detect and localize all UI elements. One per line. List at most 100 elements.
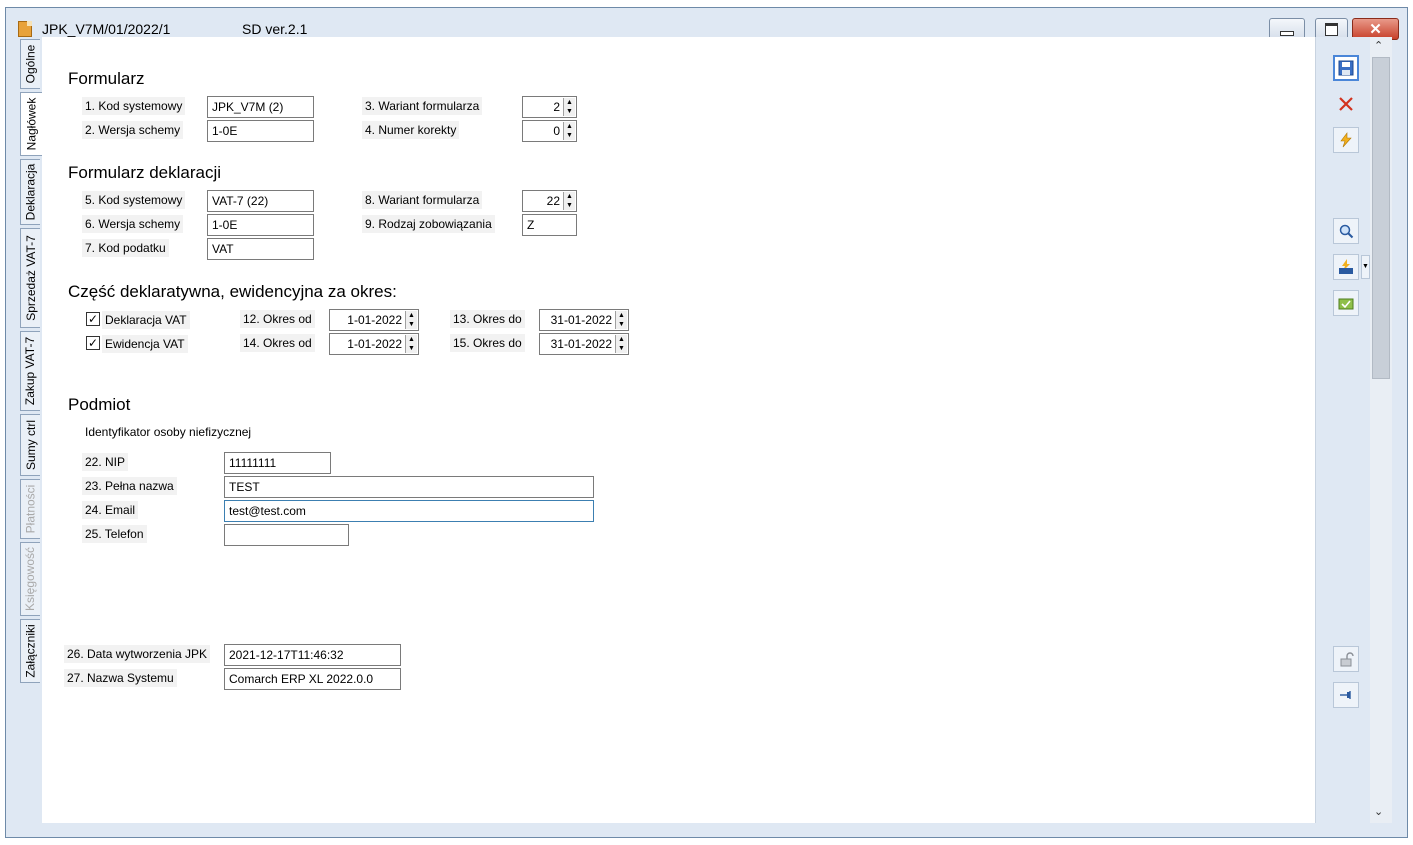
ewidencja-vat-label: Ewidencja VAT (102, 335, 188, 353)
minimize-icon (1280, 30, 1294, 36)
spin-arrows-icon[interactable]: ▲ ▼ (405, 335, 417, 353)
identyfikator-label: Identyfikator osoby niefizycznej (85, 425, 252, 439)
spin-up-icon[interactable]: ▲ (564, 122, 575, 131)
deklaracja-vat-checkbox[interactable]: ✓ (86, 312, 100, 326)
spin-down-icon[interactable]: ▼ (564, 107, 575, 116)
spin-up-icon[interactable]: ▲ (564, 98, 575, 107)
wariant-formularza-value: 2 (553, 100, 560, 114)
data-wytworzenia-label: 26. Data wytworzenia JPK (64, 645, 211, 663)
window-version: SD ver.2.1 (242, 21, 308, 37)
okres-do-13-value: 31-01-2022 (550, 313, 612, 327)
wersja-schemy-deklaracji-field[interactable]: 1-0E (207, 214, 314, 236)
tab-label: Sumy ctrl (23, 419, 38, 471)
okres-od-12-label: 12. Okres od (240, 310, 315, 328)
generate-icon (1340, 132, 1352, 148)
spin-down-icon[interactable]: ▼ (616, 344, 627, 353)
maximize-icon (1325, 22, 1338, 36)
wariant-formularza-stepper[interactable]: 2 ▲ ▼ (522, 96, 577, 118)
data-wytworzenia-field[interactable]: 2021-12-17T11:46:32 (224, 644, 401, 666)
tab-platnosci: Płatności (20, 479, 40, 539)
spin-arrows-icon[interactable]: ▲ ▼ (563, 98, 575, 116)
scroll-thumb[interactable] (1372, 57, 1390, 379)
spin-down-icon[interactable]: ▼ (564, 201, 575, 210)
kod-systemowy-field[interactable]: JPK_V7M (2) (207, 96, 314, 118)
export-button[interactable] (1333, 290, 1359, 316)
kod-systemowy-label: 1. Kod systemowy (82, 97, 186, 115)
tab-zalaczniki[interactable]: Załączniki (20, 619, 40, 683)
scroll-down-icon[interactable]: ⌄ (1374, 805, 1383, 818)
tab-ogolne[interactable]: Ogólne (20, 39, 40, 89)
export-icon (1338, 298, 1354, 310)
save-button[interactable] (1333, 55, 1359, 81)
rodzaj-zobowiazania-label: 9. Rodzaj zobowiązania (362, 215, 495, 233)
spin-down-icon[interactable]: ▼ (406, 344, 417, 353)
kod-podatku-field[interactable]: VAT (207, 238, 314, 260)
tab-label: Księgowość (23, 546, 38, 612)
okres-od-12-date[interactable]: 1-01-2022 ▲ ▼ (329, 309, 419, 331)
unlock-button[interactable] (1333, 646, 1359, 672)
rodzaj-zobowiazania-field[interactable]: Z (522, 214, 577, 236)
spin-up-icon[interactable]: ▲ (406, 311, 417, 320)
tab-label: Załączniki (23, 624, 38, 678)
okres-od-12-value: 1-01-2022 (347, 313, 402, 327)
cancel-button[interactable] (1333, 91, 1359, 117)
spin-arrows-icon[interactable]: ▲ ▼ (405, 311, 417, 329)
numer-korekty-stepper[interactable]: 0 ▲ ▼ (522, 120, 577, 142)
tab-deklaracja[interactable]: Deklaracja (20, 159, 40, 225)
spin-down-icon[interactable]: ▼ (406, 320, 417, 329)
vertical-scrollbar[interactable]: ⌃ ⌄ (1370, 37, 1392, 823)
wersja-schemy-label: 2. Wersja schemy (82, 121, 184, 139)
vat-dropdown-button[interactable]: ▼ (1361, 255, 1370, 279)
vat-button[interactable] (1333, 254, 1359, 280)
tab-sumy-ctrl[interactable]: Sumy ctrl (20, 414, 40, 476)
pelna-nazwa-label: 23. Pełna nazwa (82, 477, 177, 495)
vertical-tabs: Ogólne Nagłówek Deklaracja Sprzedaż VAT-… (20, 37, 42, 823)
telefon-label: 25. Telefon (82, 525, 147, 543)
spin-up-icon[interactable]: ▲ (616, 311, 627, 320)
okres-do-13-label: 13. Okres do (450, 310, 525, 328)
okres-od-14-date[interactable]: 1-01-2022 ▲ ▼ (329, 333, 419, 355)
right-toolbar: ▼ (1315, 37, 1371, 823)
nazwa-systemu-field[interactable]: Comarch ERP XL 2022.0.0 (224, 668, 401, 690)
okres-do-15-date[interactable]: 31-01-2022 ▲ ▼ (539, 333, 629, 355)
spin-down-icon[interactable]: ▼ (564, 131, 575, 140)
deklaracja-vat-label: Deklaracja VAT (102, 311, 190, 329)
tab-label: Płatności (23, 484, 38, 534)
generate-button[interactable] (1333, 127, 1359, 153)
close-icon: ✕ (1369, 21, 1382, 38)
okres-do-13-date[interactable]: 31-01-2022 ▲ ▼ (539, 309, 629, 331)
wersja-schemy-field[interactable]: 1-0E (207, 120, 314, 142)
nip-label: 22. NIP (82, 453, 129, 471)
scroll-up-icon[interactable]: ⌃ (1374, 39, 1383, 52)
spin-up-icon[interactable]: ▲ (564, 192, 575, 201)
okres-od-14-value: 1-01-2022 (347, 337, 402, 351)
ewidencja-vat-checkbox[interactable]: ✓ (86, 336, 100, 350)
vat-icon (1339, 259, 1353, 274)
spin-arrows-icon[interactable]: ▲ ▼ (615, 335, 627, 353)
wariant-deklaracji-stepper[interactable]: 22 ▲ ▼ (522, 190, 577, 212)
spin-up-icon[interactable]: ▲ (406, 335, 417, 344)
spin-arrows-icon[interactable]: ▲ ▼ (615, 311, 627, 329)
tab-label: Zakup VAT-7 (23, 336, 38, 406)
telefon-field[interactable] (224, 524, 349, 546)
document-icon (18, 21, 32, 37)
spin-arrows-icon[interactable]: ▲ ▼ (563, 192, 575, 210)
wersja-schemy-deklaracji-label: 6. Wersja schemy (82, 215, 184, 233)
spin-up-icon[interactable]: ▲ (616, 335, 627, 344)
tab-sprzedaz-vat-7[interactable]: Sprzedaż VAT-7 (20, 228, 40, 328)
email-field[interactable]: test@test.com (224, 500, 594, 522)
spin-down-icon[interactable]: ▼ (616, 320, 627, 329)
tab-label: Sprzedaż VAT-7 (23, 235, 38, 321)
tab-naglowek[interactable]: Nagłówek (20, 92, 42, 156)
kod-systemowy-deklaracji-field[interactable]: VAT-7 (22) (207, 190, 314, 212)
tab-zakup-vat-7[interactable]: Zakup VAT-7 (20, 331, 40, 411)
pelna-nazwa-field[interactable]: TEST (224, 476, 594, 498)
email-label: 24. Email (82, 501, 139, 519)
okres-do-15-label: 15. Okres do (450, 334, 525, 352)
preview-button[interactable] (1333, 218, 1359, 244)
spin-arrows-icon[interactable]: ▲ ▼ (563, 122, 575, 140)
okres-od-14-label: 14. Okres od (240, 334, 315, 352)
nip-field[interactable]: 11111111 (224, 452, 331, 474)
unlock-icon (1340, 652, 1354, 667)
pin-button[interactable] (1333, 682, 1359, 708)
